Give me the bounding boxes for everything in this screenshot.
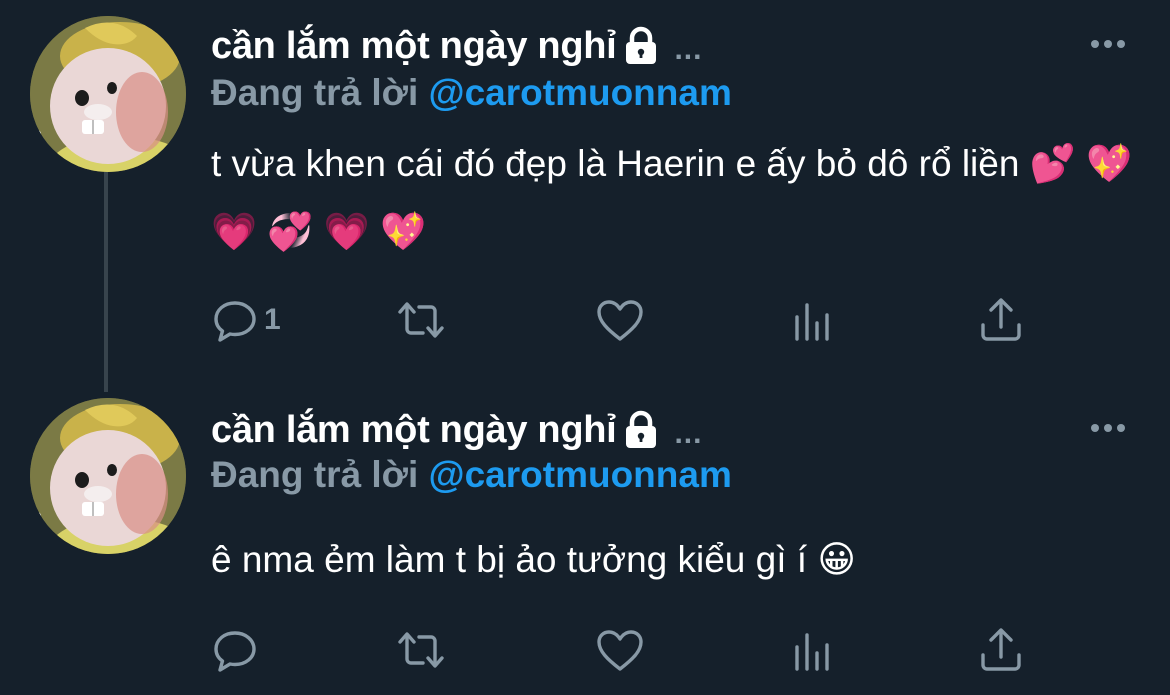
more-indicator: ...: [674, 417, 703, 450]
like-icon: [597, 300, 643, 341]
retweet-button[interactable]: [396, 620, 446, 680]
reply-prefix: Đang trả lời: [211, 454, 419, 495]
replying-to: Đang trả lời @carotmuonnam: [211, 454, 732, 498]
tweet[interactable]: ↄ cần lắm một ngày nghỉ ... Đang trả lời…: [0, 390, 1170, 695]
tweet-actions: 1: [210, 290, 1070, 350]
reply-button[interactable]: 1: [210, 290, 281, 350]
tweet[interactable]: ↄ cần lắm một ngày nghỉ ... Đang trả lời…: [0, 0, 1170, 390]
retweet-icon: [398, 632, 444, 668]
share-icon: [981, 628, 1021, 671]
lock-icon: [626, 410, 657, 448]
analytics-icon: [795, 303, 829, 341]
reply-icon: [214, 301, 256, 342]
reply-icon: [214, 631, 256, 672]
tweet-text: ê nma ẻm làm t bị ảo tưởng kiểu gì í 😀: [211, 539, 856, 580]
display-name[interactable]: cần lắm một ngày nghỉ: [211, 25, 617, 68]
retweet-button[interactable]: [396, 290, 446, 350]
tweet-text: t vừa khen cái đó đẹp là Haerin e ấy bỏ …: [211, 143, 1133, 252]
reply-button[interactable]: [210, 620, 264, 680]
like-button[interactable]: [595, 620, 645, 680]
share-button[interactable]: [976, 290, 1026, 350]
analytics-icon: [795, 633, 829, 671]
share-button[interactable]: [976, 620, 1026, 680]
reply-prefix: Đang trả lời: [211, 72, 419, 113]
more-indicator: ...: [674, 33, 703, 66]
mention-link[interactable]: @carotmuonnam: [429, 454, 732, 495]
analytics-button[interactable]: [788, 620, 838, 680]
tweet-actions: [210, 620, 1070, 680]
like-button[interactable]: [595, 290, 645, 350]
like-icon: [597, 630, 643, 671]
avatar[interactable]: ↄ: [30, 16, 186, 172]
analytics-button[interactable]: [788, 290, 838, 350]
svg-text:ↄ: ↄ: [34, 508, 42, 524]
more-options-icon[interactable]: [1086, 418, 1130, 438]
replying-to: Đang trả lời @carotmuonnam: [211, 72, 732, 116]
retweet-icon: [398, 302, 444, 338]
avatar[interactable]: ↄ: [30, 398, 186, 554]
reply-count: 1: [264, 303, 281, 336]
svg-text:ↄ: ↄ: [34, 126, 42, 142]
display-name[interactable]: cần lắm một ngày nghỉ: [211, 409, 617, 452]
share-icon: [981, 298, 1021, 341]
lock-icon: [626, 26, 657, 64]
more-options-icon[interactable]: [1086, 34, 1130, 54]
mention-link[interactable]: @carotmuonnam: [429, 72, 732, 113]
